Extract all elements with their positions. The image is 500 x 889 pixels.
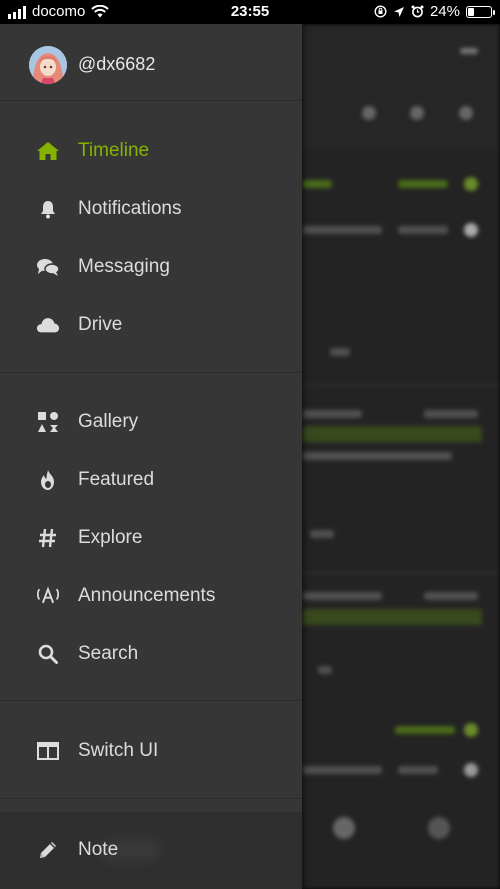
alarm-icon (411, 5, 424, 18)
nav-label-featured: Featured (78, 469, 155, 490)
profile-header[interactable]: @dx6682 (0, 24, 302, 102)
nav-label-drive: Drive (78, 314, 123, 335)
status-bar-right: 24% (374, 3, 495, 20)
avatar-image (29, 46, 67, 84)
battery-icon (466, 5, 495, 18)
nav-label-search: Search (78, 643, 139, 664)
nav-item-featured[interactable]: Featured (0, 458, 302, 502)
nav-item-notifications[interactable]: Notifications (0, 187, 302, 231)
bell-icon (36, 197, 60, 221)
switch-ui-button[interactable]: Switch UI (0, 729, 302, 773)
comments-icon (36, 255, 60, 279)
hashtag-icon (36, 526, 60, 550)
username[interactable]: @dx6682 (78, 54, 155, 75)
background-compose-icon (333, 817, 355, 839)
nav-label-timeline: Timeline (78, 140, 150, 161)
gallery-icon (36, 410, 60, 434)
nav-label-gallery: Gallery (78, 411, 139, 432)
background-list-icon (459, 106, 473, 120)
navigation-drawer: @dx6682 Timeline Notifications Messaging… (0, 24, 302, 889)
background-globe-icon (410, 106, 424, 120)
divider (0, 100, 302, 101)
nav-item-announcements[interactable]: Announcements (0, 574, 302, 618)
nav-item-explore[interactable]: Explore (0, 516, 302, 560)
divider (0, 798, 302, 799)
home-icon (36, 139, 60, 163)
fire-icon (36, 468, 60, 492)
columns-icon (36, 739, 60, 763)
search-icon (36, 642, 60, 666)
nav-item-messaging[interactable]: Messaging (0, 245, 302, 289)
nav-label-explore: Explore (78, 527, 143, 548)
nav-label-notifications: Notifications (78, 198, 182, 219)
background-link-icon (362, 106, 376, 120)
divider (0, 700, 302, 701)
note-button[interactable]: Note (0, 828, 302, 872)
nav-item-timeline[interactable]: Timeline (0, 129, 302, 173)
note-label: Note (78, 839, 119, 860)
nav-label-announcements: Announcements (78, 585, 216, 606)
cloud-icon (36, 313, 60, 337)
switch-ui-label: Switch UI (78, 740, 159, 761)
nav-label-messaging: Messaging (78, 256, 170, 277)
status-bar: docomo 23:55 24% (0, 0, 500, 24)
location-icon (393, 6, 404, 17)
battery-percent: 24% (429, 3, 460, 20)
broadcast-icon (36, 584, 60, 608)
avatar[interactable] (29, 46, 67, 84)
divider (0, 372, 302, 373)
nav-item-search[interactable]: Search (0, 632, 302, 676)
pencil-icon (36, 838, 60, 862)
note-footer: Note (0, 812, 302, 889)
background-menu-icon (460, 48, 478, 54)
background-pencil-icon (428, 817, 450, 839)
nav-item-gallery[interactable]: Gallery (0, 400, 302, 444)
nav-item-drive[interactable]: Drive (0, 303, 302, 347)
lock-rotation-icon (374, 5, 387, 18)
